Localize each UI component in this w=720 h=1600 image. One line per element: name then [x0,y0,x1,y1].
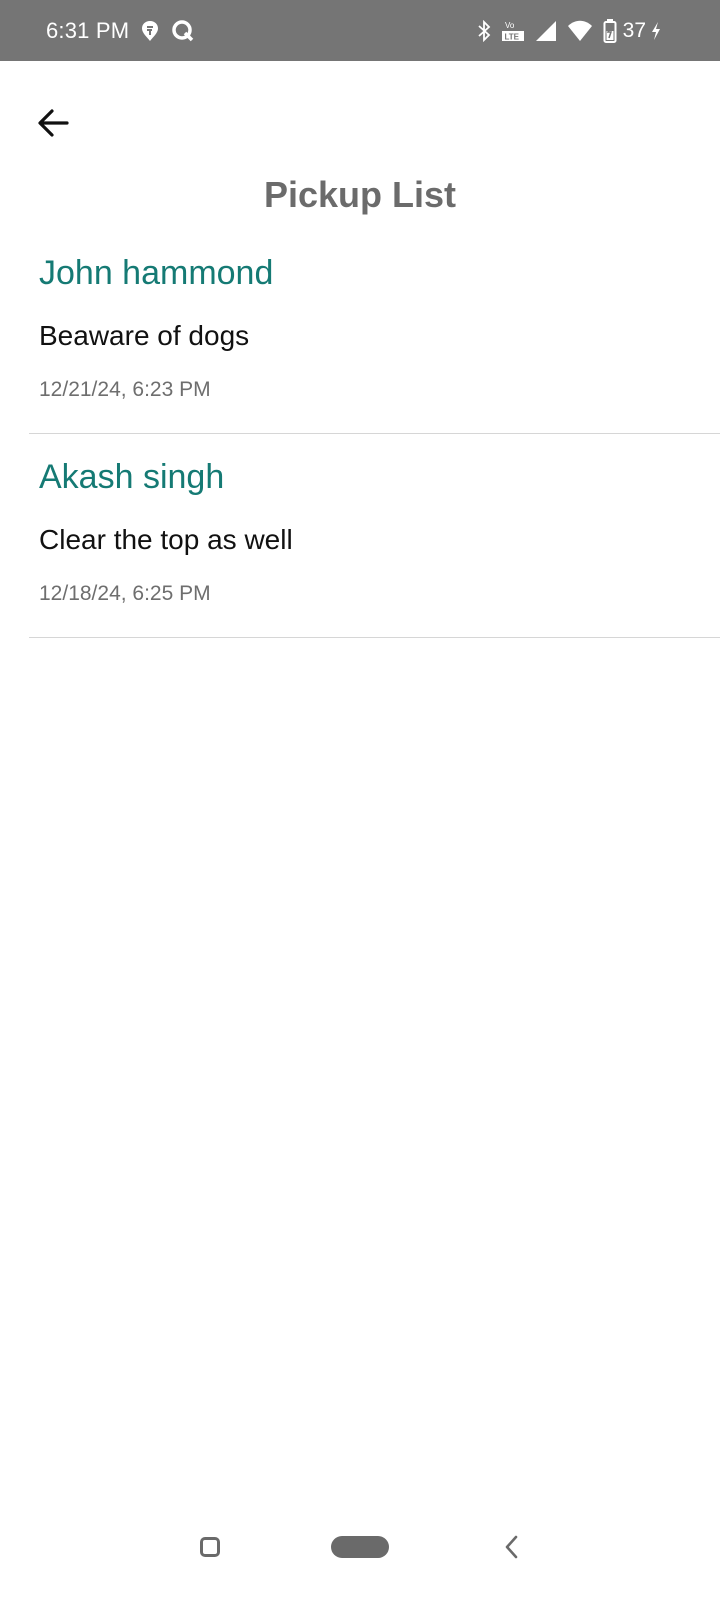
pickup-customer-name: Akash singh [39,458,225,496]
pickup-list-item[interactable]: John hammond Beaware of dogs 12/21/24, 6… [29,230,720,434]
q-notification-icon [171,19,195,43]
system-navigation-bar [0,1520,720,1600]
status-time: 6:31 PM [46,17,130,43]
svg-text:LTE: LTE [504,32,519,41]
volte-lte-icon: Vo LTE [501,19,525,43]
bluetooth-icon [477,19,491,42]
swiggy-notification-icon [141,20,159,42]
pickup-note: Clear the top as well [39,524,293,555]
screen: 6:31 PM Vo LTE 37 Pickup List John hammo… [0,0,720,1600]
charging-icon [650,21,662,41]
pickup-list: John hammond Beaware of dogs 12/21/24, 6… [29,230,720,638]
pickup-note: Beaware of dogs [39,320,250,351]
cellular-signal-icon [535,20,557,42]
pickup-datetime: 12/18/24, 6:25 PM [39,582,211,605]
wifi-icon [567,20,593,42]
back-chevron-icon[interactable] [500,1534,524,1560]
battery-level: 37 [622,18,646,42]
back-button[interactable] [30,100,76,146]
pickup-list-item[interactable]: Akash singh Clear the top as well 12/18/… [29,434,720,638]
status-bar-left: 6:31 PM [46,18,195,44]
page-title: Pickup List [263,174,457,215]
status-bar: 6:31 PM Vo LTE 37 [0,0,720,61]
home-pill-icon[interactable] [331,1536,389,1558]
pickup-customer-name: John hammond [39,254,274,292]
svg-text:Vo: Vo [505,21,515,30]
recents-icon[interactable] [200,1537,220,1557]
status-bar-right: Vo LTE 37 [467,18,662,43]
arrow-left-icon [38,109,69,137]
battery-icon [603,18,617,43]
pickup-datetime: 12/21/24, 6:23 PM [39,378,211,401]
